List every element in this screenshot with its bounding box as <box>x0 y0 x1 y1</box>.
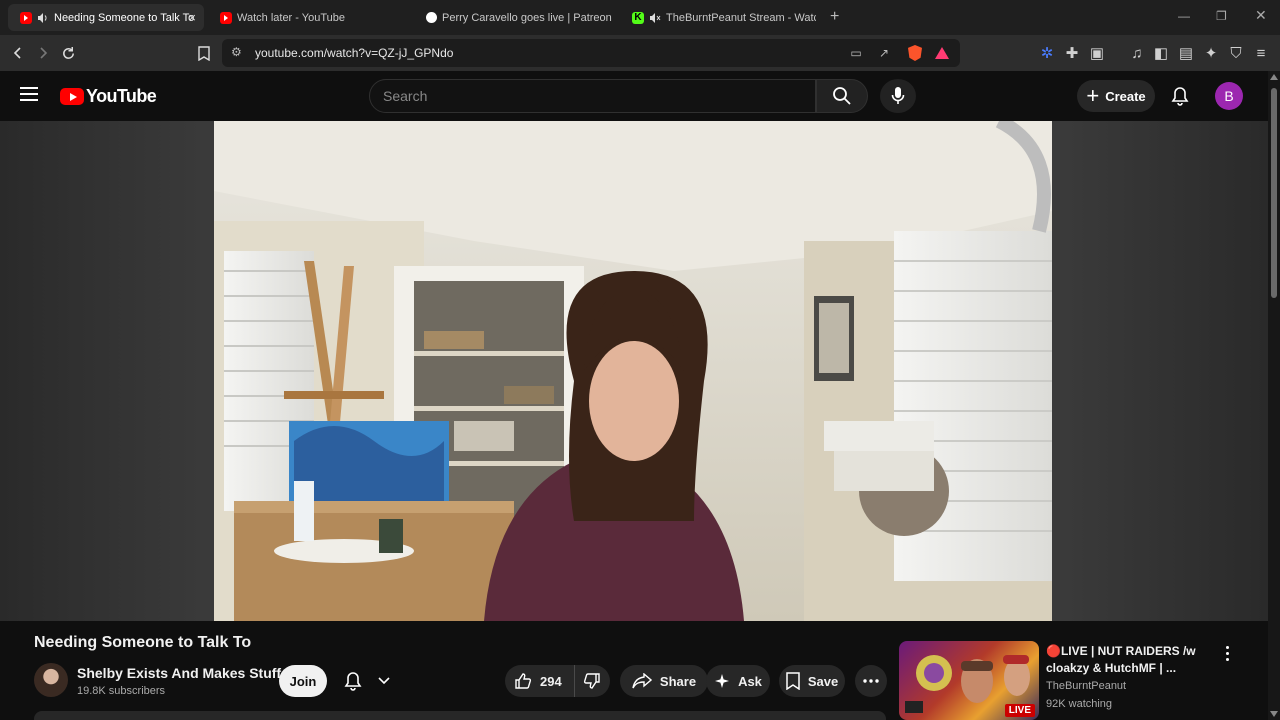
recommendation-channel[interactable]: TheBurntPeanut <box>1046 680 1126 692</box>
new-tab-button[interactable]: + <box>830 8 839 26</box>
like-dislike-group: 294 <box>505 665 610 697</box>
share-label: Share <box>659 673 697 689</box>
tab-label: Watch later - YouTube <box>237 11 346 24</box>
ask-label: Ask <box>738 673 762 689</box>
tab-label: Perry Caravello goes live | Patreon <box>442 11 612 24</box>
url-text[interactable]: youtube.com/watch?v=QZ-jJ_GPNdo <box>255 46 453 60</box>
recommendation-title[interactable]: 🔴LIVE | NUT RAIDERS /w cloakzy & HutchMF… <box>1046 643 1211 677</box>
subscription-notifications-button[interactable] <box>338 665 396 697</box>
bookmark-icon <box>786 672 800 690</box>
share-icon <box>632 673 652 689</box>
sparkle-icon <box>715 674 730 688</box>
vpn-icon[interactable]: ✲ <box>1037 43 1057 63</box>
leo-ai-icon[interactable]: ✦ <box>1201 43 1221 63</box>
video-frame <box>214 121 1052 621</box>
recommendation-menu-icon[interactable] <box>1220 643 1234 663</box>
save-button[interactable]: Save <box>779 665 845 697</box>
media-icon[interactable]: ♫ <box>1127 43 1147 63</box>
bookmark-icon[interactable] <box>194 43 214 63</box>
tab-needing-someone[interactable]: Needing Someone to Talk To × <box>8 4 204 31</box>
vpn-shield-icon[interactable]: ⛉ <box>1226 43 1246 63</box>
wallet-icon[interactable]: ▤ <box>1176 43 1196 63</box>
search-icon <box>833 87 851 105</box>
notifications-button[interactable] <box>1168 84 1192 108</box>
minimize-icon[interactable]: — <box>1178 9 1190 23</box>
join-button[interactable]: Join <box>279 665 327 697</box>
muted-speaker-icon[interactable] <box>649 12 661 24</box>
create-label: Create <box>1105 88 1146 104</box>
youtube-icon <box>220 11 232 24</box>
scroll-down-arrow-icon[interactable] <box>1270 711 1278 717</box>
search-box[interactable] <box>369 79 816 113</box>
subscriber-count: 19.8K subscribers <box>77 685 166 697</box>
youtube-icon <box>20 11 32 24</box>
recommendation-viewers: 92K watching <box>1046 698 1113 710</box>
ask-button[interactable]: Ask <box>706 665 770 697</box>
dislike-button[interactable] <box>575 672 610 690</box>
page-scrollbar[interactable] <box>1268 71 1280 720</box>
reload-icon[interactable] <box>58 43 78 63</box>
screenshot-icon[interactable]: ▣ <box>1087 43 1107 63</box>
tab-watch-later[interactable]: Watch later - YouTube <box>208 4 408 31</box>
youtube-logo[interactable]: YouTube <box>60 86 157 107</box>
scroll-up-arrow-icon[interactable] <box>1270 74 1278 80</box>
youtube-header: YouTube + Create B <box>0 71 1268 121</box>
create-button[interactable]: + Create <box>1077 80 1155 112</box>
bell-icon <box>1171 87 1189 106</box>
youtube-logo-text: YouTube <box>86 86 157 106</box>
save-label: Save <box>807 673 839 689</box>
restore-icon[interactable]: ❐ <box>1216 9 1227 23</box>
youtube-logo-icon <box>60 88 84 105</box>
more-actions-button[interactable] <box>855 665 887 697</box>
search-input[interactable] <box>370 80 815 112</box>
browser-tab-strip: Needing Someone to Talk To × Watch later… <box>0 0 1280 35</box>
guide-menu-icon[interactable] <box>20 87 38 101</box>
site-settings-icon[interactable]: ⚙ <box>231 45 242 59</box>
thumbs-up-icon <box>515 673 532 689</box>
recommendation-thumbnail[interactable]: LIVE <box>899 641 1039 720</box>
plus-icon: + <box>1086 83 1100 108</box>
video-player[interactable] <box>214 121 1052 621</box>
forward-icon[interactable] <box>33 43 53 63</box>
kick-icon: K <box>632 11 644 24</box>
channel-name[interactable]: Shelby Exists And Makes Stuff <box>77 665 281 681</box>
brave-shields-icon[interactable] <box>906 44 924 62</box>
tab-label: TheBurntPeanut Stream - Watch <box>666 11 816 24</box>
account-avatar[interactable]: B <box>1215 82 1243 110</box>
window-close-icon[interactable]: ✕ <box>1255 7 1267 24</box>
share-button[interactable]: Share <box>620 665 708 697</box>
back-icon[interactable] <box>8 43 28 63</box>
tab-label: Needing Someone to Talk To <box>54 11 195 24</box>
search-button[interactable] <box>816 79 868 113</box>
description-box[interactable] <box>34 711 886 720</box>
brave-rewards-icon[interactable] <box>933 44 951 62</box>
bell-icon <box>344 672 362 691</box>
tab-patreon[interactable]: Perry Caravello goes live | Patreon <box>414 4 618 31</box>
microphone-icon <box>891 87 905 104</box>
thumbs-down-icon <box>584 673 601 689</box>
channel-avatar[interactable] <box>34 663 68 697</box>
voice-search-button[interactable] <box>880 79 916 113</box>
sidebar-icon[interactable]: ◧ <box>1151 43 1171 63</box>
browser-toolbar: ⚙ youtube.com/watch?v=QZ-jJ_GPNdo ▭ ↗ ✲ … <box>0 35 1280 71</box>
like-count: 294 <box>540 673 562 689</box>
tab-kick-stream[interactable]: K TheBurntPeanut Stream - Watch <box>620 4 816 31</box>
scroll-thumb[interactable] <box>1271 88 1277 298</box>
speaker-icon[interactable] <box>37 12 49 24</box>
like-button[interactable]: 294 <box>505 665 575 697</box>
more-horizontal-icon <box>863 679 879 683</box>
live-badge: LIVE <box>1004 704 1035 717</box>
close-tab-icon[interactable]: × <box>188 10 196 25</box>
cast-icon[interactable]: ▭ <box>847 44 865 62</box>
menu-icon[interactable]: ≡ <box>1251 43 1271 63</box>
patreon-icon <box>426 12 437 23</box>
address-bar[interactable]: ⚙ youtube.com/watch?v=QZ-jJ_GPNdo ▭ ↗ <box>222 39 960 67</box>
chevron-down-icon <box>378 677 390 685</box>
extensions-icon[interactable]: ✚ <box>1062 43 1082 63</box>
video-title: Needing Someone to Talk To <box>34 634 252 651</box>
share-page-icon[interactable]: ↗ <box>875 44 893 62</box>
